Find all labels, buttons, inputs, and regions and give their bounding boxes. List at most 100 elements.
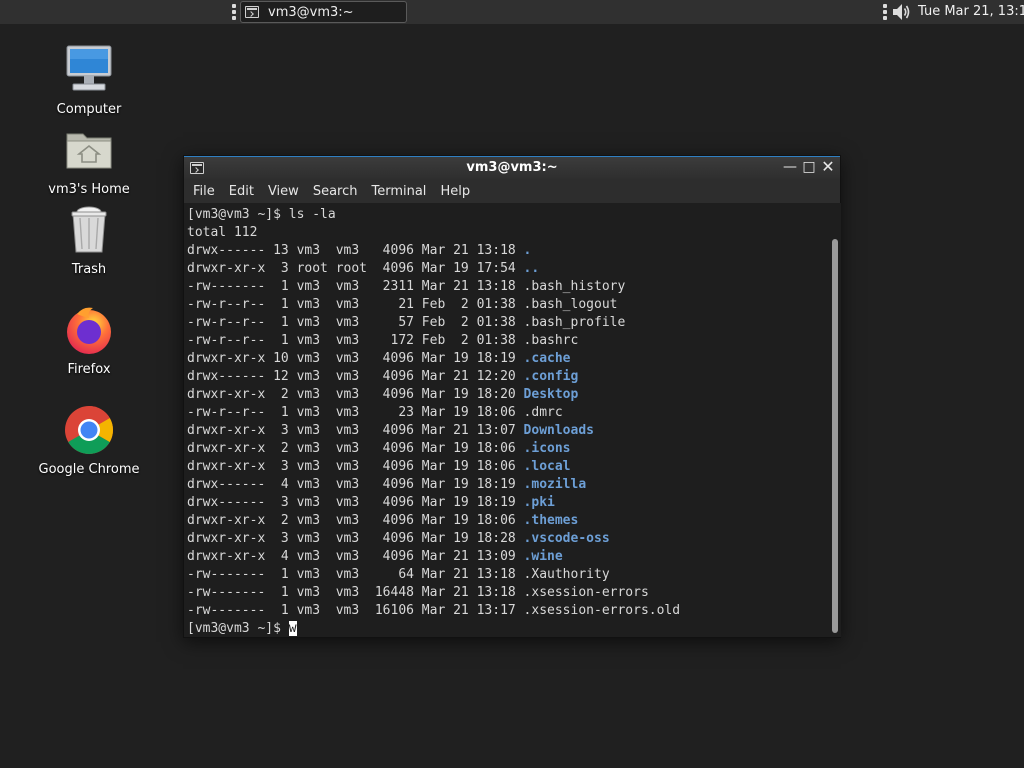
listing-file-name: .xsession-errors.old: [523, 603, 681, 618]
listing-row: -rw-r--r-- 1 vm3 vm3 23 Mar 19 18:06 .dm…: [187, 404, 830, 422]
listing-file-name: .Xauthority: [523, 567, 610, 582]
terminal-window[interactable]: vm3@vm3:~ — □ ✕ File Edit View Search Te…: [183, 155, 841, 638]
listing-row: drwxr-xr-x 4 vm3 vm3 4096 Mar 21 13:09 .…: [187, 548, 830, 566]
listing: drwx------ 13 vm3 vm3 4096 Mar 21 13:18 …: [187, 242, 830, 620]
listing-row: drwxr-xr-x 3 vm3 vm3 4096 Mar 19 18:28 .…: [187, 530, 830, 548]
listing-file-name: .bash_profile: [523, 315, 626, 330]
listing-dir-name: .config: [523, 369, 579, 384]
listing-dir-name: .wine: [523, 549, 563, 564]
speaker-icon[interactable]: [890, 2, 912, 22]
listing-dir-name: .themes: [523, 513, 579, 528]
listing-meta: drwxr-xr-x 2 vm3 vm3 4096 Mar 19 18:20: [187, 387, 524, 402]
listing-meta: -rw------- 1 vm3 vm3 16106 Mar 21 13:17: [187, 603, 524, 618]
desktop-icon-trash[interactable]: Trash: [34, 204, 144, 278]
terminal-output[interactable]: [vm3@vm3 ~]$ ls -la total 112 drwx------…: [184, 203, 830, 637]
listing-row: -rw-r--r-- 1 vm3 vm3 21 Feb 2 01:38 .bas…: [187, 296, 830, 314]
prompt: [vm3@vm3 ~]$: [187, 621, 289, 636]
prompt: [vm3@vm3 ~]$: [187, 207, 289, 222]
desktop-icon-home[interactable]: vm3's Home: [34, 124, 144, 198]
computer-icon: [66, 45, 112, 91]
listing-meta: drwxr-xr-x 3 vm3 vm3 4096 Mar 21 13:07: [187, 423, 524, 438]
maximize-button[interactable]: □: [801, 159, 817, 175]
listing-row: drwx------ 4 vm3 vm3 4096 Mar 19 18:19 .…: [187, 476, 830, 494]
listing-meta: -rw-r--r-- 1 vm3 vm3 57 Feb 2 01:38: [187, 315, 524, 330]
listing-meta: drwx------ 13 vm3 vm3 4096 Mar 21 13:18: [187, 243, 524, 258]
listing-file-name: .bash_history: [523, 279, 626, 294]
panel-drag-handle[interactable]: [232, 4, 236, 20]
listing-row: drwx------ 13 vm3 vm3 4096 Mar 21 13:18 …: [187, 242, 830, 260]
listing-meta: drwxr-xr-x 3 vm3 vm3 4096 Mar 19 18:28: [187, 531, 524, 546]
listing-meta: drwxr-xr-x 2 vm3 vm3 4096 Mar 19 18:06: [187, 441, 524, 456]
menu-edit[interactable]: Edit: [222, 184, 261, 199]
listing-row: -rw------- 1 vm3 vm3 16106 Mar 21 13:17 …: [187, 602, 830, 620]
current-input[interactable]: w: [288, 621, 297, 636]
listing-meta: -rw-r--r-- 1 vm3 vm3 23 Mar 19 18:06: [187, 405, 524, 420]
listing-meta: -rw-r--r-- 1 vm3 vm3 21 Feb 2 01:38: [187, 297, 524, 312]
listing-file-name: .dmrc: [523, 405, 563, 420]
listing-dir-name: ..: [523, 261, 540, 276]
listing-file-name: .bashrc: [523, 333, 579, 348]
desktop-icon-label: vm3's Home: [48, 182, 130, 197]
terminal-menubar: File Edit View Search Terminal Help: [184, 179, 840, 203]
clock[interactable]: Tue Mar 21, 13:19: [918, 4, 1024, 19]
listing-row: drwxr-xr-x 3 root root 4096 Mar 19 17:54…: [187, 260, 830, 278]
listing-row: -rw------- 1 vm3 vm3 64 Mar 21 13:18 .Xa…: [187, 566, 830, 584]
taskbar-terminal-button[interactable]: vm3@vm3:~: [240, 1, 407, 23]
menu-search[interactable]: Search: [306, 184, 365, 199]
listing-row: drwxr-xr-x 2 vm3 vm3 4096 Mar 19 18:06 .…: [187, 440, 830, 458]
terminal-scrollbar[interactable]: [830, 203, 841, 637]
listing-meta: drwxr-xr-x 4 vm3 vm3 4096 Mar 21 13:09: [187, 549, 524, 564]
listing-row: drwxr-xr-x 2 vm3 vm3 4096 Mar 19 18:06 .…: [187, 512, 830, 530]
close-button[interactable]: ✕: [820, 159, 836, 175]
listing-row: -rw------- 1 vm3 vm3 16448 Mar 21 13:18 …: [187, 584, 830, 602]
home-folder-icon: [66, 133, 112, 169]
listing-dir-name: .mozilla: [523, 477, 587, 492]
listing-row: drwxr-xr-x 2 vm3 vm3 4096 Mar 19 18:20 D…: [187, 386, 830, 404]
taskbar-terminal-title: vm3@vm3:~: [268, 4, 354, 20]
listing-row: -rw------- 1 vm3 vm3 2311 Mar 21 13:18 .…: [187, 278, 830, 296]
listing-meta: drwx------ 12 vm3 vm3 4096 Mar 21 12:20: [187, 369, 524, 384]
listing-dir-name: .vscode-oss: [523, 531, 610, 546]
window-title: vm3@vm3:~: [466, 160, 558, 175]
listing-meta: -rw------- 1 vm3 vm3 64 Mar 21 13:18: [187, 567, 524, 582]
firefox-icon: [67, 307, 111, 354]
panel-drag-handle-right[interactable]: [883, 4, 887, 20]
terminal-icon: [245, 6, 259, 18]
listing-row: drwx------ 12 vm3 vm3 4096 Mar 21 12:20 …: [187, 368, 830, 386]
desktop-icon-chrome[interactable]: Google Chrome: [34, 404, 144, 478]
listing-dir-name: .cache: [523, 351, 571, 366]
listing-row: -rw-r--r-- 1 vm3 vm3 57 Feb 2 01:38 .bas…: [187, 314, 830, 332]
listing-meta: drwxr-xr-x 10 vm3 vm3 4096 Mar 19 18:19: [187, 351, 524, 366]
minimize-button[interactable]: —: [782, 159, 798, 175]
menu-view[interactable]: View: [261, 184, 306, 199]
desktop-icon-label: Google Chrome: [38, 462, 140, 477]
listing-row: drwxr-xr-x 10 vm3 vm3 4096 Mar 19 18:19 …: [187, 350, 830, 368]
menu-help[interactable]: Help: [433, 184, 477, 199]
total-line: total 112: [187, 225, 258, 240]
window-titlebar[interactable]: vm3@vm3:~ — □ ✕: [184, 156, 840, 179]
desktop-icon-label: Trash: [71, 262, 107, 277]
command-line: [vm3@vm3 ~]$ ls -la: [187, 206, 830, 224]
top-panel: vm3@vm3:~ Tue Mar 21, 13:19: [0, 0, 1024, 24]
listing-file-name: .xsession-errors: [523, 585, 649, 600]
desktop-icon-computer[interactable]: Computer: [34, 44, 144, 118]
desktop-icon-firefox[interactable]: Firefox: [34, 304, 144, 378]
trash-icon: [71, 206, 107, 253]
listing-row: drwxr-xr-x 3 vm3 vm3 4096 Mar 21 13:07 D…: [187, 422, 830, 440]
listing-dir-name: .icons: [523, 441, 571, 456]
listing-meta: drwx------ 4 vm3 vm3 4096 Mar 19 18:19: [187, 477, 524, 492]
input-line[interactable]: [vm3@vm3 ~]$ w: [187, 620, 830, 637]
desktop-icon-label: Computer: [56, 102, 122, 117]
scrollbar-thumb[interactable]: [832, 239, 838, 633]
listing-meta: -rw-r--r-- 1 vm3 vm3 172 Feb 2 01:38: [187, 333, 524, 348]
listing-dir-name: Downloads: [523, 423, 594, 438]
listing-meta: drwxr-xr-x 3 vm3 vm3 4096 Mar 19 18:06: [187, 459, 524, 474]
listing-dir-name: Desktop: [523, 387, 579, 402]
listing-meta: -rw------- 1 vm3 vm3 16448 Mar 21 13:18: [187, 585, 524, 600]
listing-meta: drwx------ 3 vm3 vm3 4096 Mar 19 18:19: [187, 495, 524, 510]
menu-terminal[interactable]: Terminal: [364, 184, 433, 199]
listing-row: drwxr-xr-x 3 vm3 vm3 4096 Mar 19 18:06 .…: [187, 458, 830, 476]
listing-dir-name: .pki: [523, 495, 555, 510]
listing-row: drwx------ 3 vm3 vm3 4096 Mar 19 18:19 .…: [187, 494, 830, 512]
menu-file[interactable]: File: [186, 184, 222, 199]
